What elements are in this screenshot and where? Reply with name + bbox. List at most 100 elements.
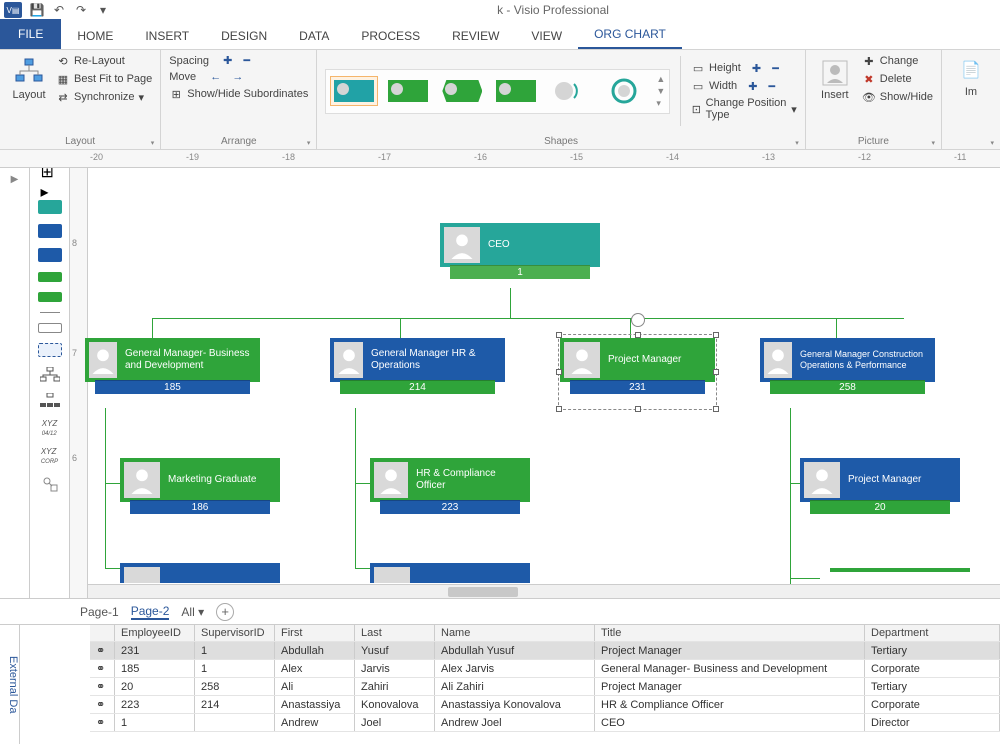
shape-style-5[interactable] <box>546 76 594 106</box>
stencil-item[interactable] <box>38 272 62 282</box>
table-header[interactable]: Name <box>435 625 595 642</box>
resize-handle[interactable] <box>635 406 641 412</box>
table-header[interactable]: First <box>275 625 355 642</box>
table-header[interactable]: Title <box>595 625 865 642</box>
synchronize-button[interactable]: ⇄Synchronize ▾ <box>56 90 152 104</box>
table-header[interactable]: Last <box>355 625 435 642</box>
shapes-more[interactable]: ▾ <box>656 98 665 109</box>
relayout-button[interactable]: ⟲Re-Layout <box>56 54 152 68</box>
save-icon[interactable]: 💾 <box>30 3 44 17</box>
stencil-tree-icon[interactable] <box>40 367 60 383</box>
app-icon: V▤ <box>4 2 22 18</box>
orgcard-pm2[interactable]: Project Manager 20 <box>800 458 960 516</box>
plus-icon[interactable]: ✚ <box>223 54 232 67</box>
shapes-scroll-down[interactable]: ▼ <box>656 86 665 96</box>
external-data-label[interactable]: External Da <box>0 625 20 744</box>
right-icon[interactable]: → <box>232 71 243 83</box>
orgcard-partial[interactable] <box>830 568 970 583</box>
table-header[interactable]: Department <box>865 625 1000 642</box>
stencil-item[interactable] <box>38 224 62 238</box>
stencil-item[interactable] <box>38 200 62 214</box>
height-icon: ▭ <box>691 61 705 75</box>
layout-button[interactable]: Layout <box>8 54 50 104</box>
tab-review[interactable]: REVIEW <box>436 23 515 49</box>
minus-icon[interactable]: ━ <box>243 54 250 67</box>
tab-orgchart[interactable]: ORG CHART <box>578 21 682 49</box>
orgcard-gm-construction[interactable]: General Manager Construction Operations … <box>760 338 935 396</box>
import-button[interactable]: 📄 Im <box>950 54 992 98</box>
shape-style-6[interactable] <box>600 76 648 106</box>
shape-style-3[interactable] <box>438 76 486 106</box>
orgcard-partial[interactable] <box>370 563 530 583</box>
stencil-item[interactable] <box>38 323 62 333</box>
shapes-panel-toggle[interactable]: ▶ <box>0 168 30 598</box>
tab-data[interactable]: DATA <box>283 23 345 49</box>
showhide-sub-button[interactable]: ⊞Show/Hide Subordinates <box>169 87 308 101</box>
table-header[interactable]: SupervisorID <box>195 625 275 642</box>
table-header[interactable] <box>90 625 115 642</box>
table-row[interactable]: ⚭2311AbdullahYusufAbdullah YusufProject … <box>90 642 1000 660</box>
table-row[interactable]: ⚭1AndrewJoelAndrew JoelCEODirector <box>90 714 1000 732</box>
group-picture-label: Picture <box>814 136 933 149</box>
orgcard-hrc[interactable]: HR & Compliance Officer 223 <box>370 458 530 516</box>
orgcard-marketing[interactable]: Marketing Graduate 186 <box>120 458 280 516</box>
scrollbar-thumb[interactable] <box>448 587 518 597</box>
tab-view[interactable]: VIEW <box>515 23 578 49</box>
spacing-control[interactable]: Spacing ✚ ━ <box>169 54 308 67</box>
redo-icon[interactable]: ↷ <box>74 3 88 17</box>
stencil-tree-icon[interactable] <box>40 393 60 409</box>
change-position-button[interactable]: ⊡Change Position Type ▾ <box>691 97 797 121</box>
page-tab-1[interactable]: Page-1 <box>80 605 119 619</box>
move-control[interactable]: Move ← → <box>169 71 308 83</box>
stencil-item[interactable] <box>38 248 62 262</box>
stencil-text[interactable]: XYZ04/12 <box>42 419 58 437</box>
rotate-handle[interactable] <box>631 313 645 327</box>
stencil-misc-icon[interactable] <box>41 475 59 493</box>
table-row[interactable]: ⚭223214AnastassiyaKonovalovaAnastassiya … <box>90 696 1000 714</box>
insert-picture-button[interactable]: Insert <box>814 54 856 104</box>
resize-handle[interactable] <box>713 406 719 412</box>
width-control[interactable]: ▭Width ✚ ━ <box>691 79 797 93</box>
stencil-separator <box>40 312 60 313</box>
bestfit-button[interactable]: ▦Best Fit to Page <box>56 72 152 86</box>
stencil-item[interactable] <box>38 292 62 302</box>
tab-file[interactable]: FILE <box>0 19 61 49</box>
avatar-icon <box>374 567 410 583</box>
avatar-icon <box>89 342 117 378</box>
left-icon[interactable]: ← <box>210 71 221 83</box>
shape-style-4[interactable] <box>492 76 540 106</box>
orgcard-pm[interactable]: Project Manager 231 <box>560 338 715 396</box>
tab-home[interactable]: HOME <box>61 23 129 49</box>
stencil-more[interactable]: ⊞ ▸ <box>41 174 59 190</box>
tab-design[interactable]: DESIGN <box>205 23 283 49</box>
page-tab-2[interactable]: Page-2 <box>131 604 170 620</box>
qat-more-icon[interactable]: ▾ <box>96 3 110 17</box>
table-row[interactable]: ⚭1851AlexJarvisAlex JarvisGeneral Manage… <box>90 660 1000 678</box>
page-tab-all[interactable]: All ▾ <box>181 605 204 619</box>
orgcard-gm-hr[interactable]: General Manager HR & Operations 214 <box>330 338 505 396</box>
stencil-text[interactable]: XYZCORP <box>41 447 58 465</box>
orgcard-partial[interactable] <box>120 563 280 583</box>
add-page-button[interactable]: + <box>216 603 234 621</box>
orgcard-gm-business[interactable]: General Manager- Business and Developmen… <box>85 338 260 396</box>
undo-icon[interactable]: ↶ <box>52 3 66 17</box>
connector <box>152 318 153 338</box>
height-control[interactable]: ▭Height ✚ ━ <box>691 61 797 75</box>
connector <box>152 318 904 319</box>
orgcard-ceo[interactable]: CEO 1 <box>440 223 600 281</box>
resize-handle[interactable] <box>556 406 562 412</box>
stencil-item[interactable] <box>38 343 62 357</box>
shape-style-1[interactable] <box>330 76 378 106</box>
horizontal-scrollbar[interactable] <box>88 584 1000 598</box>
showhide-picture-button[interactable]: 👁Show/Hide <box>862 90 933 104</box>
shape-style-2[interactable] <box>384 76 432 106</box>
delete-picture-button[interactable]: ✖Delete <box>862 72 933 86</box>
relayout-icon: ⟲ <box>56 54 70 68</box>
tab-process[interactable]: PROCESS <box>345 23 436 49</box>
canvas[interactable]: 8 7 6 CEO 1 General Manager- Business an… <box>70 168 1000 598</box>
shapes-scroll-up[interactable]: ▲ <box>656 74 665 84</box>
table-header[interactable]: EmployeeID <box>115 625 195 642</box>
table-row[interactable]: ⚭20258AliZahiriAli ZahiriProject Manager… <box>90 678 1000 696</box>
tab-insert[interactable]: INSERT <box>129 23 205 49</box>
change-picture-button[interactable]: ✚Change <box>862 54 933 68</box>
